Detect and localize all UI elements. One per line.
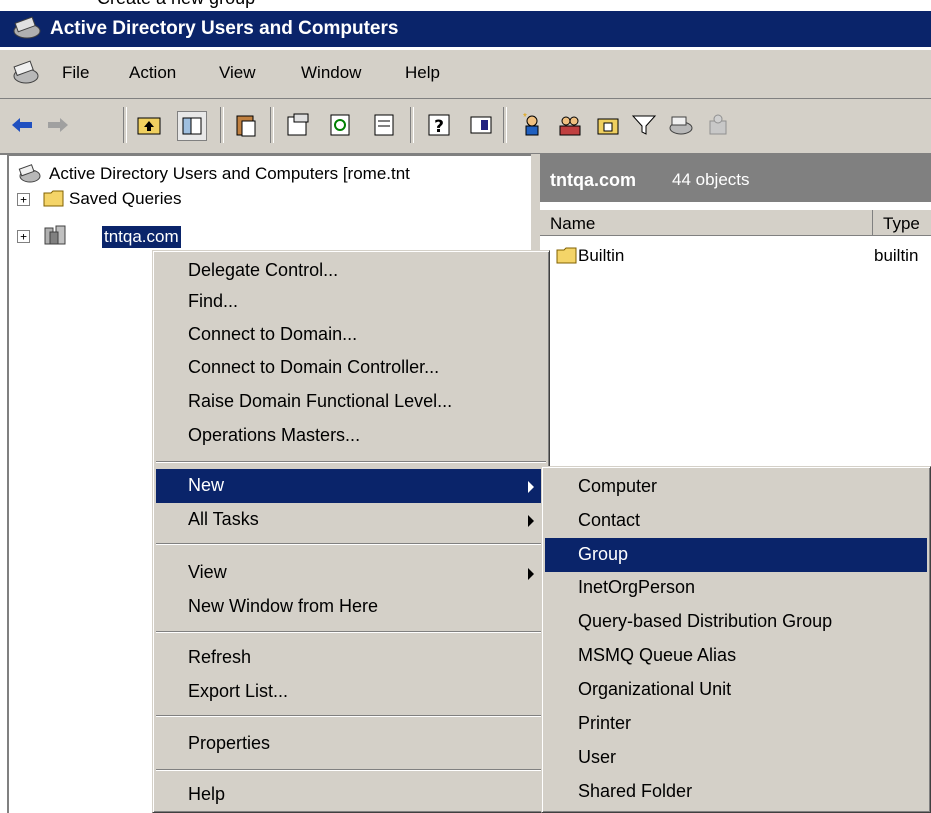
submenu-item-ou[interactable]: Organizational Unit	[545, 673, 927, 707]
submenu-item-group[interactable]: Group	[545, 538, 927, 572]
tree-item-domain[interactable]: tntqa.com	[102, 226, 181, 248]
show-hide-tree-icon[interactable]	[177, 111, 207, 141]
menu-separator	[156, 543, 546, 545]
back-icon[interactable]	[8, 111, 36, 139]
column-header-type[interactable]: Type	[873, 210, 931, 236]
menu-item-help[interactable]: Help	[156, 778, 546, 812]
new-ou-icon[interactable]	[594, 111, 622, 139]
menu-item-connect-dc[interactable]: Connect to Domain Controller...	[156, 351, 546, 385]
menu-bar: File Action View Window Help	[0, 50, 931, 99]
submenu-item-contact[interactable]: Contact	[545, 504, 927, 538]
menu-item-export-list[interactable]: Export List...	[156, 675, 546, 709]
list-item-type: builtin	[874, 246, 919, 265]
new-user-icon[interactable]: *	[518, 111, 546, 139]
up-folder-icon[interactable]	[135, 111, 163, 139]
details-header: tntqa.com 44 objects	[540, 156, 931, 202]
menu-item-find[interactable]: Find...	[156, 285, 546, 319]
menu-item-new-window[interactable]: New Window from Here	[156, 590, 546, 624]
filter-icon[interactable]	[630, 111, 658, 139]
menu-item-properties[interactable]: Properties	[156, 727, 546, 761]
menu-window[interactable]: Window	[301, 63, 361, 83]
ad-users-computers-icon	[13, 16, 41, 39]
title-bar: Active Directory Users and Computers	[0, 11, 931, 47]
toolbar-separator	[410, 107, 414, 143]
submenu-item-computer[interactable]: Computer	[545, 470, 927, 504]
menu-separator	[156, 461, 546, 463]
menu-item-operations-masters[interactable]: Operations Masters...	[156, 419, 546, 453]
menu-separator	[156, 715, 546, 717]
menu-item-delegate-control[interactable]: Delegate Control...	[156, 254, 546, 288]
menu-action[interactable]: Action	[129, 63, 176, 83]
list-item-name: Builtin	[578, 246, 625, 265]
column-header-name[interactable]: Name	[540, 210, 873, 236]
menu-item-new[interactable]: New	[156, 469, 546, 503]
menu-item-view[interactable]: View	[156, 556, 546, 590]
toolbar-separator	[503, 107, 507, 143]
submenu-item-shared-folder[interactable]: Shared Folder	[545, 775, 927, 809]
menu-separator	[156, 769, 546, 771]
submenu-item-query-based-group[interactable]: Query-based Distribution Group	[545, 605, 927, 639]
svg-text:?: ?	[434, 117, 444, 137]
toolbar: ? *	[0, 99, 931, 155]
details-object-count: 44 objects	[672, 170, 750, 189]
menu-item-all-tasks[interactable]: All Tasks	[156, 503, 546, 537]
list-item[interactable]: Builtin builtin	[556, 244, 931, 270]
help-icon[interactable]: ?	[425, 111, 453, 139]
domain-icon	[44, 225, 66, 245]
svg-text:*: *	[523, 112, 527, 123]
submenu-item-msmq-alias[interactable]: MSMQ Queue Alias	[545, 639, 927, 673]
new-group-icon[interactable]	[556, 111, 584, 139]
menu-file[interactable]: File	[62, 63, 89, 83]
folder-icon	[556, 247, 577, 264]
page-caption: Create a new group	[97, 0, 255, 9]
menu-view[interactable]: View	[219, 63, 256, 83]
folder-icon	[43, 190, 64, 207]
expand-saved-queries-icon[interactable]: +	[17, 193, 30, 206]
submenu-arrow-icon	[528, 568, 534, 580]
details-domain-name: tntqa.com	[550, 170, 637, 190]
view-icon[interactable]	[467, 111, 495, 139]
context-menu: Delegate Control... Find... Connect to D…	[152, 250, 550, 813]
menu-item-refresh[interactable]: Refresh	[156, 641, 546, 675]
find-icon[interactable]	[666, 111, 694, 139]
menu-separator	[156, 631, 546, 633]
ad-root-icon	[18, 164, 41, 183]
expand-domain-icon[interactable]: +	[17, 230, 30, 243]
submenu-arrow-icon	[528, 481, 534, 493]
tree-item-saved-queries[interactable]: Saved Queries	[69, 189, 181, 209]
toolbar-separator	[220, 107, 224, 143]
forward-icon[interactable]	[44, 111, 72, 139]
paste-icon[interactable]	[232, 111, 260, 139]
properties-icon[interactable]	[284, 111, 312, 139]
menu-help[interactable]: Help	[405, 63, 440, 83]
export-list-icon[interactable]	[370, 111, 398, 139]
toolbar-separator	[270, 107, 274, 143]
submenu-item-printer[interactable]: Printer	[545, 707, 927, 741]
submenu-arrow-icon	[528, 515, 534, 527]
add-to-group-icon[interactable]	[704, 111, 732, 139]
toolbar-separator	[123, 107, 127, 143]
refresh-icon[interactable]	[326, 111, 354, 139]
menu-item-raise-level[interactable]: Raise Domain Functional Level...	[156, 385, 546, 419]
submenu-item-inetorgperson[interactable]: InetOrgPerson	[545, 571, 927, 605]
tree-root-label[interactable]: Active Directory Users and Computers [ro…	[49, 164, 410, 184]
window-title: Active Directory Users and Computers	[50, 18, 399, 39]
new-submenu: Computer Contact Group InetOrgPerson Que…	[541, 466, 931, 813]
menu-item-connect-domain[interactable]: Connect to Domain...	[156, 318, 546, 352]
submenu-item-user[interactable]: User	[545, 741, 927, 775]
mmc-console-icon	[13, 60, 39, 84]
